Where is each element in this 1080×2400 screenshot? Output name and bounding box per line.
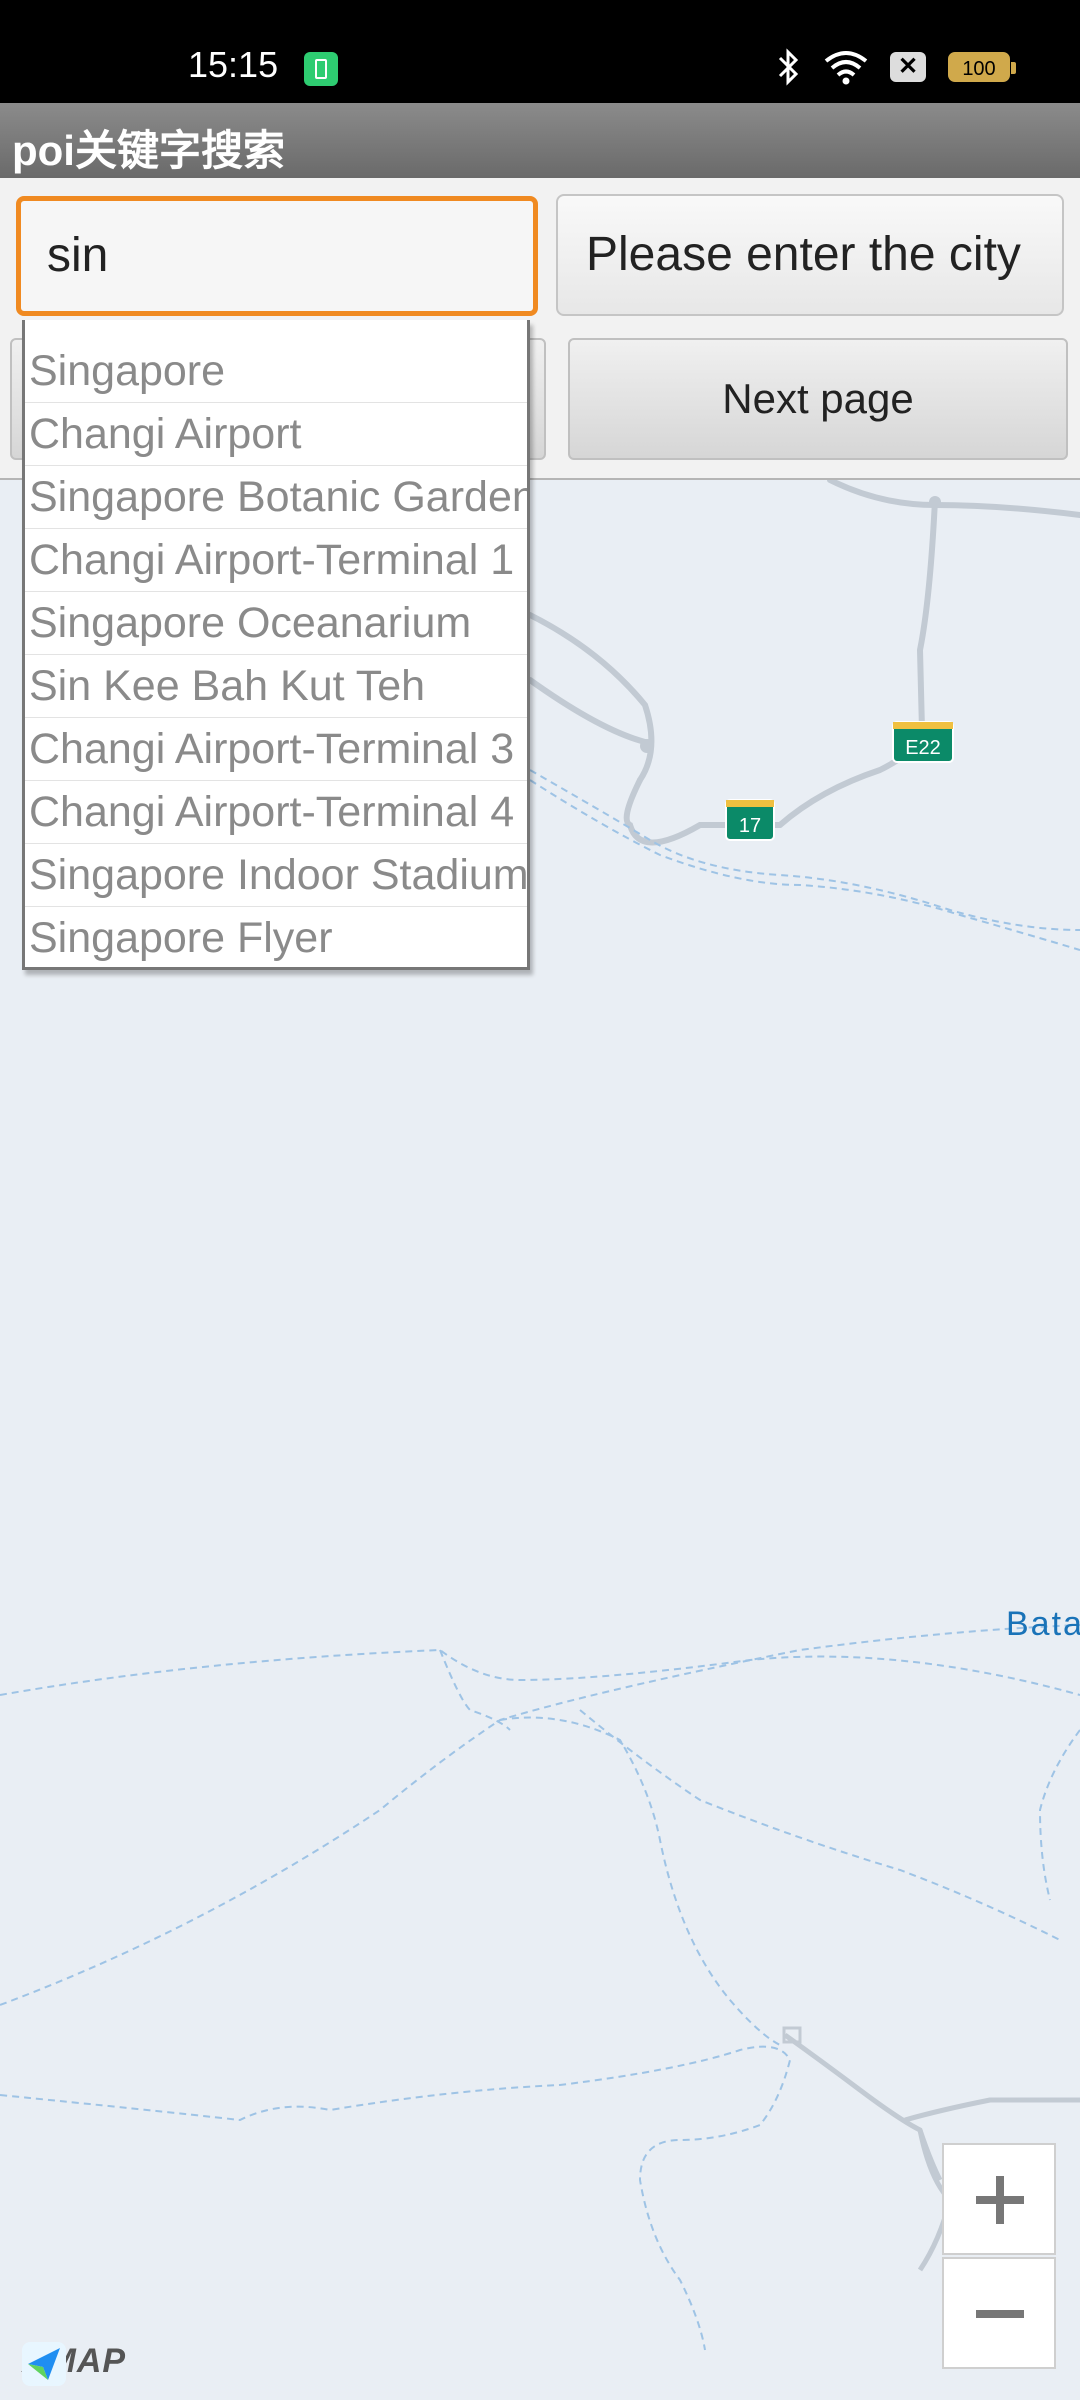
suggestion-item[interactable]: Sin Kee Bah Kut Teh	[25, 655, 527, 718]
suggestion-item[interactable]: Changi Airport-Terminal 4	[25, 781, 527, 844]
suggestion-item[interactable]: Changi Airport	[25, 403, 527, 466]
suggestion-item[interactable]: Singapore Oceanarium	[25, 592, 527, 655]
title-bar: poi关键字搜索	[0, 103, 1080, 178]
wifi-icon	[824, 51, 868, 85]
battery-icon: 100	[948, 52, 1016, 82]
status-time: 15:15	[188, 44, 279, 85]
amap-logo-icon	[22, 2342, 66, 2386]
bluetooth-icon	[778, 48, 799, 86]
svg-text:17: 17	[739, 815, 761, 837]
suggestion-item[interactable]: Changi Airport-Terminal 3	[25, 718, 527, 781]
suggestion-item[interactable]: Singapore Botanic Gardens	[25, 466, 527, 529]
keyword-input[interactable]: sin	[16, 196, 538, 316]
map-place-label: Bata	[1006, 1605, 1080, 1643]
no-sim-icon: ✕	[890, 52, 926, 82]
battery-saver-icon	[304, 52, 338, 86]
status-icons: ✕ 100	[776, 48, 1016, 86]
suggestion-item[interactable]: Singapore Indoor Stadium	[25, 844, 527, 907]
road-badge-17: 17	[725, 799, 775, 841]
city-input[interactable]: Please enter the city	[556, 194, 1064, 316]
amap-logo: AMAP	[22, 2342, 126, 2386]
suggestion-item[interactable]: Changi Airport-Terminal 1	[25, 529, 527, 592]
zoom-in-button[interactable]	[942, 2143, 1056, 2255]
svg-text:E22: E22	[905, 737, 941, 759]
suggestion-item[interactable]: Singapore Flyer	[25, 907, 527, 967]
next-page-button[interactable]: Next page	[568, 338, 1068, 460]
suggestion-item[interactable]: Singapore	[25, 340, 527, 403]
road-badge-e22: E22	[892, 721, 954, 763]
zoom-out-button[interactable]	[942, 2257, 1056, 2369]
suggestion-dropdown: Singapore Changi Airport Singapore Botan…	[22, 320, 530, 970]
status-bar: 15:15 ✕ 100	[0, 0, 1080, 103]
page-title: poi关键字搜索	[12, 127, 285, 174]
